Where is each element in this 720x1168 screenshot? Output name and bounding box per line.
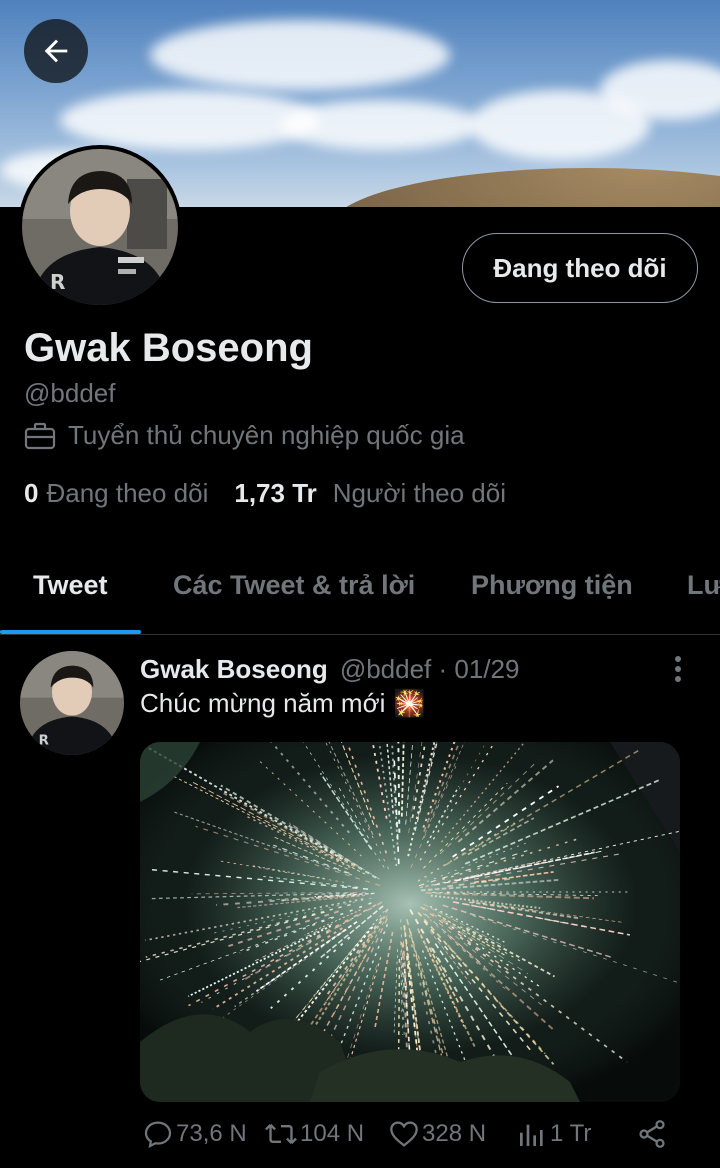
reply-icon: [144, 1121, 172, 1149]
active-tab-indicator: [0, 630, 141, 634]
profile-avatar[interactable]: R: [18, 145, 182, 309]
followers-label: Người theo dõi: [332, 478, 506, 508]
profile-stats: 0 Đang theo dõi 1,73 Tr Người theo dõi: [24, 478, 506, 509]
fireworks-emoji: 🎇: [393, 688, 426, 718]
arrow-left-icon: [44, 39, 68, 63]
following-button[interactable]: Đang theo dõi: [462, 233, 698, 303]
views-icon: [520, 1124, 543, 1146]
following-count: 0: [24, 478, 39, 508]
profile-bio: Tuyển thủ chuyên nghiệp quốc gia: [24, 420, 465, 451]
tweet-header: Gwak Boseong @bddef · 01/29: [140, 654, 519, 685]
more-vertical-icon: [675, 656, 681, 682]
svg-text:R: R: [39, 733, 49, 748]
tweet-more-button[interactable]: [664, 654, 692, 686]
tab-media[interactable]: Phương tiện: [471, 570, 633, 601]
share-button[interactable]: [636, 1118, 670, 1150]
retweet-icon: [265, 1124, 297, 1144]
bio-text: Tuyển thủ chuyên nghiệp quốc gia: [68, 420, 465, 450]
svg-text:R: R: [50, 270, 65, 294]
reply-button[interactable]: 73,6 N: [142, 1118, 247, 1150]
tweet-media-image[interactable]: [140, 742, 680, 1102]
profile-handle: @bddef: [24, 378, 116, 408]
profile-name: Gwak Boseong: [24, 326, 313, 370]
briefcase-icon: [24, 422, 56, 449]
views-count: 1 Tr: [550, 1120, 592, 1147]
views-button[interactable]: 1 Tr: [516, 1118, 591, 1150]
tab-tweets[interactable]: Tweet: [33, 570, 108, 601]
following-stat[interactable]: 0 Đang theo dõi: [24, 478, 208, 509]
profile-tabs: Tweet Các Tweet & trả lời Phương tiện Lư: [0, 548, 720, 635]
retweet-button[interactable]: 104 N: [264, 1118, 364, 1150]
tweet-author-handle[interactable]: @bddef: [340, 654, 431, 685]
followers-count: 1,73 Tr: [234, 478, 317, 508]
heart-icon: [390, 1121, 418, 1147]
followers-stat[interactable]: 1,73 Tr Người theo dõi: [234, 478, 506, 509]
tweet-date[interactable]: 01/29: [454, 654, 519, 685]
tweet-date-separator: ·: [431, 654, 455, 684]
tweet-actions: 73,6 N 104 N 328 N 1 Tr: [140, 1118, 680, 1154]
tweet-text: Chúc mừng năm mới 🎇: [140, 688, 426, 719]
tweet-avatar[interactable]: R: [20, 651, 124, 755]
tab-tweets-replies[interactable]: Các Tweet & trả lời: [173, 570, 415, 601]
tweet-text-body: Chúc mừng năm mới: [140, 688, 386, 718]
reply-count: 73,6 N: [176, 1120, 247, 1147]
like-button[interactable]: 328 N: [388, 1118, 486, 1150]
like-count: 328 N: [422, 1120, 487, 1147]
share-icon: [639, 1120, 665, 1148]
back-button[interactable]: [24, 19, 88, 83]
retweet-count: 104 N: [300, 1120, 365, 1147]
tab-likes[interactable]: Lư: [687, 570, 720, 601]
following-label: Đang theo dõi: [46, 478, 209, 508]
banner-hill: [330, 168, 720, 207]
tweet-author-name[interactable]: Gwak Boseong: [140, 654, 328, 685]
